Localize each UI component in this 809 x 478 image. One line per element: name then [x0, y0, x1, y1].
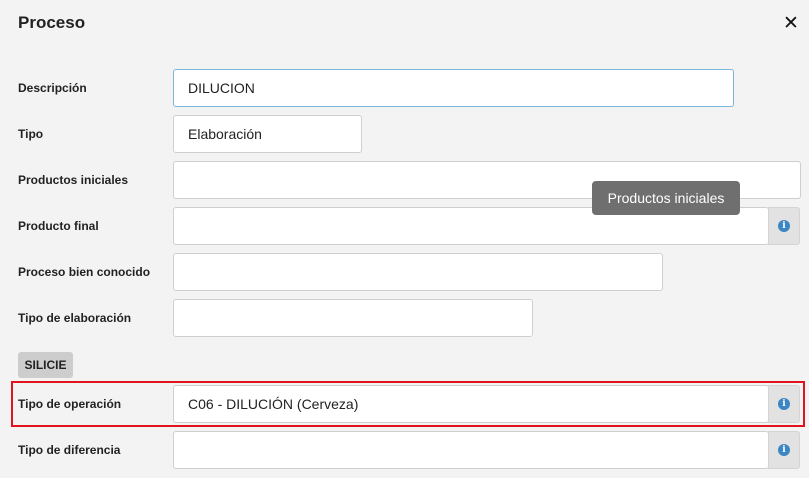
dialog-title: Proceso — [18, 13, 86, 32]
producto-final-label: Producto final — [18, 219, 99, 233]
tooltip: Productos iniciales — [592, 181, 740, 215]
info-icon: i — [778, 398, 790, 410]
descripcion-label: Descripción — [18, 81, 87, 95]
tipo-operacion-info-button[interactable]: i — [768, 385, 800, 423]
producto-final-info-button[interactable]: i — [768, 207, 800, 245]
descripcion-input[interactable]: DILUCION — [173, 69, 734, 107]
info-icon: i — [778, 444, 790, 456]
tipo-diferencia-label: Tipo de diferencia — [18, 443, 121, 457]
tipo-elaboracion-label: Tipo de elaboración — [18, 311, 132, 325]
tipo-elaboracion-input[interactable] — [173, 299, 533, 337]
info-icon: i — [778, 220, 790, 232]
tipo-label: Tipo — [18, 127, 44, 141]
tipo-input[interactable]: Elaboración — [173, 115, 362, 153]
proceso-bien-conocido-label: Proceso bien conocido — [18, 265, 151, 279]
tipo-diferencia-input[interactable] — [173, 431, 769, 469]
tipo-operacion-label: Tipo de operación — [18, 397, 122, 411]
proceso-bien-conocido-input[interactable] — [173, 253, 663, 291]
close-icon[interactable]: ✕ — [782, 13, 800, 35]
tipo-operacion-input[interactable]: C06 - DILUCIÓN (Cerveza) — [173, 385, 769, 423]
silicie-section-badge: SILICIE — [18, 352, 73, 378]
tipo-diferencia-info-button[interactable]: i — [768, 431, 800, 469]
productos-iniciales-label: Productos iniciales — [18, 173, 129, 187]
